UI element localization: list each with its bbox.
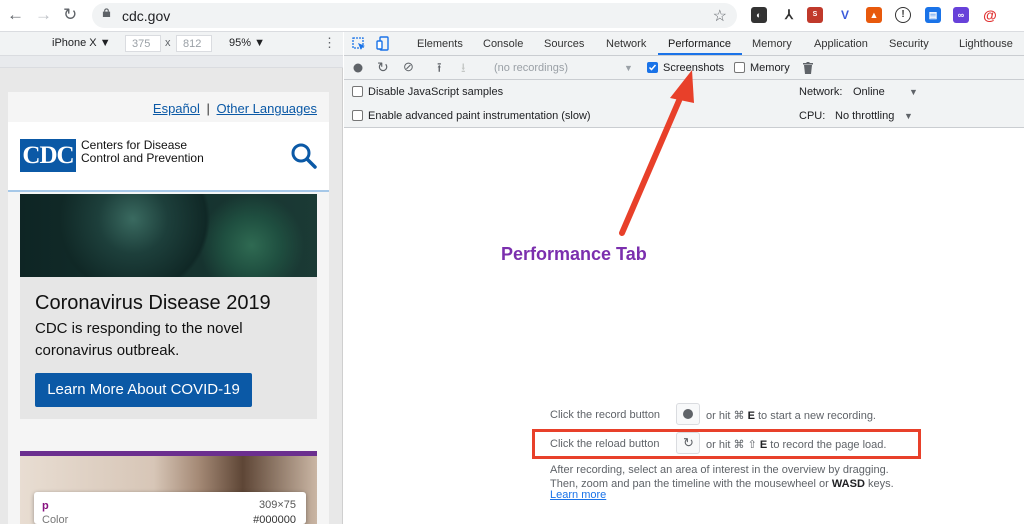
address-bar[interactable]: cdc.gov ☆ xyxy=(92,3,737,28)
lock-icon xyxy=(102,8,111,17)
record-instruction-tail: or hit ⌘ E to start a new recording. xyxy=(706,409,876,422)
inspect-color-value: #000000 xyxy=(253,514,296,524)
screenshots-label: Screenshots xyxy=(663,62,725,74)
reload-record-icon[interactable]: ↻ xyxy=(377,59,389,76)
tab-elements[interactable]: Elements xyxy=(417,38,463,50)
disable-js-checkbox[interactable] xyxy=(352,86,363,97)
tab-security[interactable]: Security xyxy=(889,38,929,50)
devtools-panel: Elements Console Sources Network Perform… xyxy=(344,32,1024,524)
capture-settings: Disable JavaScript samples Enable advanc… xyxy=(344,80,1024,128)
record-instruction-pre: Click the record button xyxy=(550,409,661,421)
site-header: CDC Centers for Disease Control and Prev… xyxy=(8,122,329,192)
inspect-color-label: Color xyxy=(42,514,69,524)
reload-highlight-box xyxy=(532,429,921,459)
inspect-tag: p xyxy=(42,500,49,512)
cdc-page: Español | Other Languages CDC Centers fo… xyxy=(8,92,329,524)
url-text[interactable]: cdc.gov xyxy=(122,8,170,24)
devtools-tabbar: Elements Console Sources Network Perform… xyxy=(344,32,1024,56)
tab-memory[interactable]: Memory xyxy=(752,38,792,50)
device-toggle-icon[interactable] xyxy=(376,36,390,51)
inspect-tooltip: p 309×75 Color #000000 xyxy=(34,492,306,524)
card-text: CDC is responding to the novel coronavir… xyxy=(35,320,243,359)
lighthouse-icon[interactable]: ▲ xyxy=(866,7,882,23)
clear-icon[interactable]: ⊘ xyxy=(403,59,414,75)
forward-arrow-icon[interactable]: → xyxy=(35,6,52,24)
screenshots-checkbox[interactable] xyxy=(647,62,658,73)
spanish-link[interactable]: Español xyxy=(153,101,200,116)
network-select[interactable]: Online xyxy=(853,86,885,98)
browser-toolbar: ← → ↻ cdc.gov ☆ ◐ ⅄ S V ▲ ! ▤ ∞ @ xyxy=(0,0,1024,32)
cpu-label: CPU: xyxy=(799,110,826,122)
tab-console[interactable]: Console xyxy=(483,38,523,50)
language-bar: Español | Other Languages xyxy=(8,92,329,122)
record-shortcut-text: or hit ⌘ xyxy=(706,410,745,422)
recordings-dropdown-icon[interactable]: ▼ xyxy=(624,63,633,73)
network-dropdown-icon[interactable]: ▼ xyxy=(909,87,918,97)
record-shortcut-key: E xyxy=(747,410,755,422)
reload-icon[interactable]: ↻ xyxy=(63,6,77,24)
media-query-ruler xyxy=(0,56,343,68)
record-instruction: Click the record button xyxy=(550,409,660,421)
tab-performance[interactable]: Performance xyxy=(668,38,731,50)
device-toolbar: iPhone X ▼ 375 x 812 95% ▼ ⋮ xyxy=(0,32,343,56)
memory-label: Memory xyxy=(750,62,790,74)
card-title: Coronavirus Disease 2019 xyxy=(35,292,271,314)
tab-lighthouse[interactable]: Lighthouse xyxy=(959,38,1013,50)
network-label: Network: xyxy=(799,86,843,98)
device-viewport: Español | Other Languages CDC Centers fo… xyxy=(0,68,343,524)
info-icon[interactable]: ! xyxy=(895,7,911,23)
cpu-dropdown-icon[interactable]: ▼ xyxy=(904,111,913,121)
search-icon[interactable] xyxy=(290,142,318,170)
after-recording-line2-suffix: keys. xyxy=(867,478,894,490)
trash-icon[interactable] xyxy=(803,62,813,74)
tools-icon[interactable]: ⅄ xyxy=(781,7,797,23)
tab-application[interactable]: Application xyxy=(814,38,868,50)
inspect-dimensions: 309×75 xyxy=(258,499,296,511)
record-icon xyxy=(683,409,693,419)
language-separator: | xyxy=(206,101,210,116)
back-arrow-icon[interactable]: ← xyxy=(7,6,24,24)
active-tab-indicator xyxy=(658,53,742,55)
annotation-label: Performance Tab xyxy=(501,244,647,264)
v-icon[interactable]: V xyxy=(837,7,853,23)
star-icon[interactable]: ☆ xyxy=(713,6,727,26)
more-options-icon[interactable]: ⋮ xyxy=(323,35,336,51)
paint-instrumentation-label: Enable advanced paint instrumentation (s… xyxy=(368,110,591,122)
seo-icon[interactable]: S xyxy=(807,7,823,23)
covid-card: Coronavirus Disease 2019 CDC is respondi… xyxy=(20,277,317,419)
link-icon[interactable]: ∞ xyxy=(953,7,969,23)
cpu-select[interactable]: No throttling xyxy=(835,110,894,122)
cdc-logo[interactable]: CDC xyxy=(20,139,76,172)
height-input[interactable]: 812 xyxy=(176,35,212,52)
org-name-line2: Control and Prevention xyxy=(81,151,204,165)
wallet-icon[interactable]: ▤ xyxy=(925,7,941,23)
device-select[interactable]: iPhone X ▼ xyxy=(52,37,111,49)
after-recording-line1: After recording, select an area of inter… xyxy=(550,464,889,476)
zoom-select[interactable]: 95% ▼ xyxy=(229,37,265,49)
performance-toolbar: ↻ ⊘ ⭱ ⭳ (no recordings) ▼ Screenshots Me… xyxy=(344,56,1024,80)
save-profile-icon: ⭳ xyxy=(461,60,466,75)
spiral-icon[interactable]: @ xyxy=(982,7,998,23)
performance-landing: Performance Tab Click the record button … xyxy=(344,128,1024,524)
incognito-icon[interactable]: ◐ xyxy=(751,7,767,23)
record-shortcut-suffix: to start a new recording. xyxy=(757,410,876,422)
org-name: Centers for Disease Control and Preventi… xyxy=(81,139,204,165)
recordings-select[interactable]: (no recordings) xyxy=(494,62,568,74)
memory-checkbox[interactable] xyxy=(734,62,745,73)
dimension-separator: x xyxy=(165,37,171,49)
inspect-element-icon[interactable] xyxy=(352,37,366,51)
tab-network[interactable]: Network xyxy=(606,38,646,50)
learn-more-covid-button[interactable]: Learn More About COVID-19 xyxy=(35,373,252,407)
paint-instrumentation-checkbox[interactable] xyxy=(352,110,363,121)
record-icon[interactable] xyxy=(353,63,363,73)
width-input[interactable]: 375 xyxy=(125,35,161,52)
record-hint-button[interactable] xyxy=(676,403,700,425)
load-profile-icon[interactable]: ⭱ xyxy=(437,59,442,81)
tab-sources[interactable]: Sources xyxy=(544,38,584,50)
coronavirus-hero-image xyxy=(20,194,317,277)
disable-js-label: Disable JavaScript samples xyxy=(368,86,504,98)
other-languages-link[interactable]: Other Languages xyxy=(217,101,317,116)
wasd-key: WASD xyxy=(831,478,865,490)
learn-more-link[interactable]: Learn more xyxy=(550,489,606,501)
